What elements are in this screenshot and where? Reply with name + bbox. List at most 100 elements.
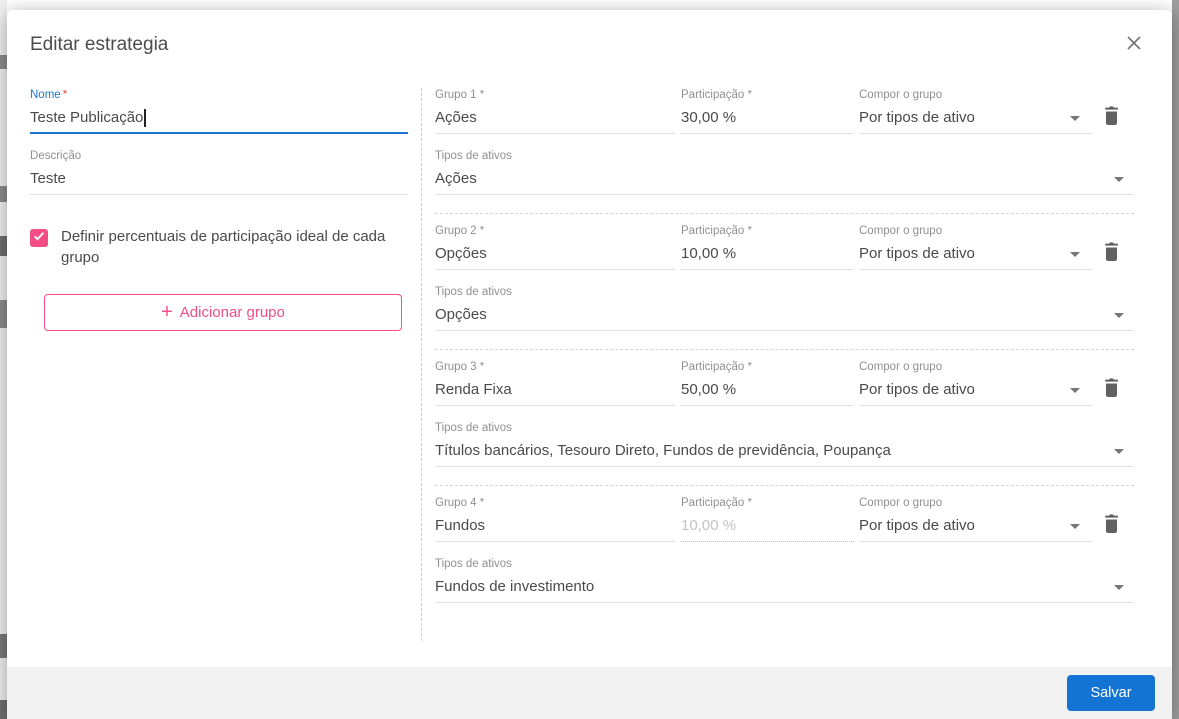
asset-types-select[interactable]: Fundos de investimento <box>435 571 1134 603</box>
group-name-label: Grupo 3 * <box>435 361 485 373</box>
background-content-fragment <box>0 236 7 256</box>
checkbox-label[interactable]: Definir percentuais de participação idea… <box>61 226 408 268</box>
plus-icon: + <box>161 300 173 323</box>
description-label: Descrição <box>30 150 82 162</box>
asset-types-field: Tipos de ativos Fundos de investimento <box>435 557 1134 603</box>
compose-group-field: Compor o grupo Por tipos de ativo <box>859 224 1092 270</box>
save-button[interactable]: Salvar <box>1067 675 1155 711</box>
asset-types-value: Opções <box>435 306 487 323</box>
background-content-fragment <box>0 55 7 69</box>
delete-group-cell <box>1092 224 1130 270</box>
participation-label: Participação * <box>681 497 752 509</box>
asset-types-field: Tipos de ativos Títulos bancários, Tesou… <box>435 421 1134 467</box>
checkmark-icon <box>32 229 46 248</box>
dialog-header: Editar estrategia <box>7 10 1172 57</box>
compose-group-label: Compor o grupo <box>859 361 943 373</box>
close-button[interactable] <box>1123 33 1145 55</box>
asset-types-select[interactable]: Opções <box>435 299 1134 331</box>
compose-group-value: Por tipos de ativo <box>859 517 975 534</box>
name-label-text: Nome <box>30 89 61 101</box>
text-cursor <box>144 109 146 128</box>
compose-group-select[interactable]: Por tipos de ativo <box>859 510 1092 542</box>
delete-group-button[interactable] <box>1100 511 1123 539</box>
group-main-row: Grupo 3 * Renda Fixa Participação * 50,0… <box>435 360 1134 406</box>
group-name-label: Grupo 1 * <box>435 89 485 101</box>
participation-input[interactable]: 30,00 % <box>681 102 854 134</box>
compose-group-label: Compor o grupo <box>859 497 943 509</box>
delete-group-button[interactable] <box>1100 239 1123 267</box>
participation-input-disabled: 10,00 % <box>681 510 854 542</box>
define-percentages-checkbox-row[interactable]: Definir percentuais de participação idea… <box>30 226 408 268</box>
asset-types-value: Fundos de investimento <box>435 578 595 595</box>
name-input-value: Teste Publicação <box>30 108 146 128</box>
background-content-fragment <box>0 300 7 328</box>
compose-group-select[interactable]: Por tipos de ativo <box>859 374 1092 406</box>
asset-types-label: Tipos de ativos <box>435 558 512 570</box>
group-name-field: Grupo 4 * Fundos <box>435 496 675 542</box>
compose-group-select[interactable]: Por tipos de ativo <box>859 238 1092 270</box>
group-block: Grupo 3 * Renda Fixa Participação * 50,0… <box>435 360 1134 467</box>
strategy-details-panel: Nome* Teste Publicação Descrição Teste <box>30 88 408 641</box>
compose-group-label: Compor o grupo <box>859 89 943 101</box>
name-input-text: Teste Publicação <box>30 109 144 126</box>
group-name-input[interactable]: Renda Fixa <box>435 374 675 406</box>
background-content-fragment <box>0 700 7 719</box>
name-label: Nome * <box>30 88 408 102</box>
dialog-footer: Salvar <box>7 667 1172 719</box>
group-name-text: Ações <box>435 109 477 126</box>
asset-types-label: Tipos de ativos <box>435 422 512 434</box>
participation-field: Participação * 10,00 % <box>681 496 854 542</box>
group-main-row: Grupo 4 * Fundos Participação * 10,00 % … <box>435 496 1134 542</box>
delete-group-cell <box>1092 360 1130 406</box>
group-name-text: Renda Fixa <box>435 381 512 398</box>
group-separator <box>435 485 1134 486</box>
description-input[interactable]: Teste <box>30 163 408 195</box>
edit-strategy-dialog: Editar estrategia Nome * Teste Publicação <box>7 10 1172 719</box>
define-percentages-checkbox[interactable] <box>30 229 48 247</box>
chevron-down-icon <box>1070 387 1080 393</box>
group-block: Grupo 4 * Fundos Participação * 10,00 % … <box>435 496 1134 603</box>
delete-group-button[interactable] <box>1100 103 1123 131</box>
chevron-down-icon <box>1114 312 1124 318</box>
participation-text: 30,00 % <box>681 109 737 126</box>
delete-group-cell <box>1092 88 1130 134</box>
asset-types-value: Ações <box>435 170 477 187</box>
delete-group-cell <box>1092 496 1130 542</box>
group-name-text: Fundos <box>435 517 486 534</box>
group-block: Grupo 2 * Opções Participação * 10,00 % … <box>435 224 1134 331</box>
dialog-title: Editar estrategia <box>30 34 169 55</box>
participation-label: Participação * <box>681 361 752 373</box>
group-main-row: Grupo 2 * Opções Participação * 10,00 % … <box>435 224 1134 270</box>
group-name-input[interactable]: Fundos <box>435 510 675 542</box>
trash-icon <box>1102 378 1121 401</box>
page-background-left-edge <box>0 0 7 719</box>
participation-text: 10,00 % <box>681 245 737 262</box>
group-name-input[interactable]: Opções <box>435 238 675 270</box>
participation-text: 10,00 % <box>681 517 737 534</box>
add-group-button[interactable]: + Adicionar grupo <box>44 294 402 331</box>
dialog-body: Nome* Teste Publicação Descrição Teste <box>7 57 1172 667</box>
compose-group-select[interactable]: Por tipos de ativo <box>859 102 1092 134</box>
trash-icon <box>1102 514 1121 537</box>
group-name-text: Opções <box>435 245 487 262</box>
add-group-button-label: Adicionar grupo <box>179 304 285 321</box>
compose-group-value: Por tipos de ativo <box>859 381 975 398</box>
groups-panel: Grupo 1 * Ações Participação * 30,00 % C… <box>421 88 1172 641</box>
compose-group-label: Compor o grupo <box>859 225 943 237</box>
chevron-down-icon <box>1114 176 1124 182</box>
delete-group-button[interactable] <box>1100 375 1123 403</box>
participation-field: Participação * 10,00 % <box>681 224 854 270</box>
group-block: Grupo 1 * Ações Participação * 30,00 % C… <box>435 88 1134 195</box>
asset-types-label: Tipos de ativos <box>435 150 512 162</box>
group-name-input[interactable]: Ações <box>435 102 675 134</box>
participation-input[interactable]: 50,00 % <box>681 374 854 406</box>
name-input[interactable]: Teste Publicação <box>30 102 408 134</box>
asset-types-select[interactable]: Títulos bancários, Tesouro Direto, Fundo… <box>435 435 1134 467</box>
chevron-down-icon <box>1070 523 1080 529</box>
group-name-field: Grupo 3 * Renda Fixa <box>435 360 675 406</box>
asset-types-select[interactable]: Ações <box>435 163 1134 195</box>
participation-input[interactable]: 10,00 % <box>681 238 854 270</box>
description-field: Descrição Teste <box>30 149 408 195</box>
background-content-fragment <box>0 186 7 202</box>
compose-group-value: Por tipos de ativo <box>859 245 975 262</box>
